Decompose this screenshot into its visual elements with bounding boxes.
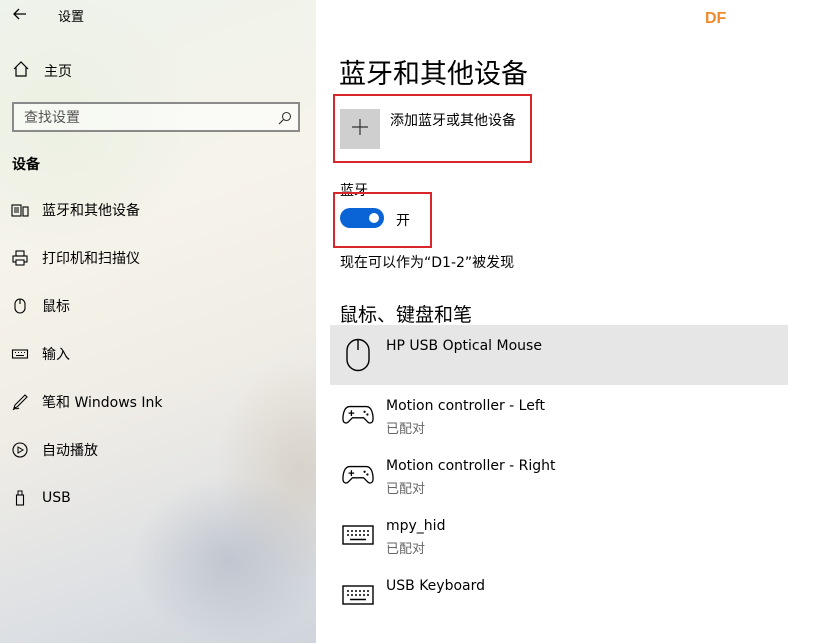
sidebar-item-typing[interactable]: 输入: [10, 342, 70, 366]
sidebar-item-label: USB: [42, 490, 71, 506]
device-item-mpy-hid[interactable]: mpy_hid 已配对: [330, 505, 788, 565]
device-name: mpy_hid: [386, 518, 446, 534]
home-icon: [12, 60, 30, 82]
mouse-icon: [342, 338, 374, 372]
bluetooth-toggle[interactable]: [340, 208, 384, 228]
sidebar-item-label: 笔和 Windows Ink: [42, 395, 163, 411]
gamepad-icon: [342, 399, 374, 431]
keyboard-icon: [342, 579, 374, 611]
sidebar-item-bluetooth[interactable]: 蓝牙和其他设备: [10, 198, 140, 222]
sidebar-item-label: 蓝牙和其他设备: [42, 203, 140, 219]
device-name: Motion controller - Right: [386, 458, 556, 474]
keyboard-icon: [10, 344, 30, 364]
printer-icon: [10, 248, 30, 268]
sidebar-item-autoplay[interactable]: 自动播放: [10, 438, 98, 462]
device-status: 已配对: [386, 542, 426, 557]
device-name: HP USB Optical Mouse: [386, 338, 542, 354]
discoverable-text: 现在可以作为“D1-2”被发现: [340, 255, 515, 271]
usb-icon: [10, 488, 30, 508]
watermark-logo: DF: [705, 10, 727, 27]
home-label: 主页: [44, 64, 72, 80]
pen-icon: [10, 392, 30, 412]
gamepad-icon: [342, 459, 374, 491]
back-arrow-icon[interactable]: [10, 4, 30, 24]
search-box[interactable]: [12, 102, 300, 132]
sidebar-item-printers[interactable]: 打印机和扫描仪: [10, 246, 140, 270]
device-item-controller-right[interactable]: Motion controller - Right 已配对: [330, 445, 788, 505]
plus-icon: [350, 117, 370, 141]
app-title: 设置: [58, 10, 85, 25]
keyboard-icon: [342, 519, 374, 551]
sidebar-item-label: 鼠标: [42, 299, 70, 315]
sidebar: 设置 主页 设备 蓝牙和其他设备 打印机和扫描仪 鼠标 输入: [0, 0, 316, 643]
sidebar-item-label: 自动播放: [42, 443, 98, 459]
device-name: Motion controller - Left: [386, 398, 545, 414]
search-icon[interactable]: [278, 110, 292, 125]
sidebar-item-usb[interactable]: USB: [10, 486, 71, 510]
device-item-hp-mouse[interactable]: HP USB Optical Mouse: [330, 325, 788, 385]
sidebar-item-label: 输入: [42, 347, 70, 363]
add-device-label[interactable]: 添加蓝牙或其他设备: [390, 110, 516, 130]
autoplay-icon: [10, 440, 30, 460]
device-item-usb-keyboard[interactable]: USB Keyboard: [330, 565, 788, 625]
section-heading-input-devices: 鼠标、键盘和笔: [339, 304, 473, 326]
page-title: 蓝牙和其他设备: [339, 59, 528, 90]
mouse-icon: [10, 296, 30, 316]
device-item-controller-left[interactable]: Motion controller - Left 已配对: [330, 385, 788, 445]
sidebar-item-label: 打印机和扫描仪: [42, 251, 140, 267]
toggle-state-label: 开: [396, 213, 410, 229]
device-status: 已配对: [386, 422, 426, 437]
sidebar-item-pen[interactable]: 笔和 Windows Ink: [10, 390, 163, 414]
device-status: 已配对: [386, 482, 426, 497]
home-nav-item[interactable]: 主页: [12, 60, 72, 82]
add-device-button[interactable]: [340, 109, 380, 149]
sidebar-item-mouse[interactable]: 鼠标: [10, 294, 70, 318]
bluetooth-devices-icon: [10, 200, 30, 220]
section-title-devices: 设备: [12, 157, 40, 173]
search-input[interactable]: [14, 104, 276, 132]
toggle-knob: [369, 213, 379, 223]
device-name: USB Keyboard: [386, 578, 485, 594]
